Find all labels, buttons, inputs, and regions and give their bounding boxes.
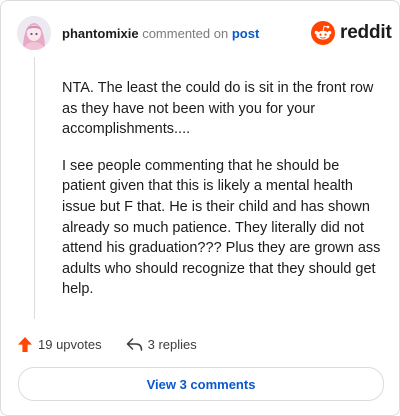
- username[interactable]: phantomixie: [62, 26, 139, 41]
- comment-header: phantomixie commented on post: [62, 26, 259, 42]
- user-avatar[interactable]: [17, 16, 51, 50]
- thread-line: [34, 57, 35, 319]
- upvote-arrow-icon: [18, 336, 32, 352]
- comment-paragraph: NTA. The least the could do is sit in th…: [62, 80, 374, 138]
- reddit-snoo-icon: [311, 21, 335, 45]
- comment-actions: 19 upvotes 3 replies: [17, 334, 197, 354]
- view-comments-button[interactable]: View 3 comments: [18, 367, 384, 401]
- reddit-wordmark: reddit: [340, 22, 392, 43]
- comment-body: NTA. The least the could do is sit in th…: [62, 78, 384, 316]
- comment-paragraph: I see people commenting that he should b…: [62, 157, 381, 298]
- post-link[interactable]: post: [232, 26, 259, 41]
- avatar-illustration-icon: [17, 16, 51, 50]
- replies-button[interactable]: 3 replies: [126, 337, 197, 352]
- commented-on-text: commented on: [142, 26, 229, 41]
- reddit-logo[interactable]: reddit: [311, 21, 392, 45]
- upvote-count: 19 upvotes: [38, 336, 102, 352]
- reply-arrow-icon: [126, 337, 142, 351]
- comment-card: phantomixie commented on post reddit NTA…: [0, 0, 400, 416]
- replies-count: 3 replies: [147, 336, 197, 352]
- upvote-button[interactable]: 19 upvotes: [17, 336, 102, 353]
